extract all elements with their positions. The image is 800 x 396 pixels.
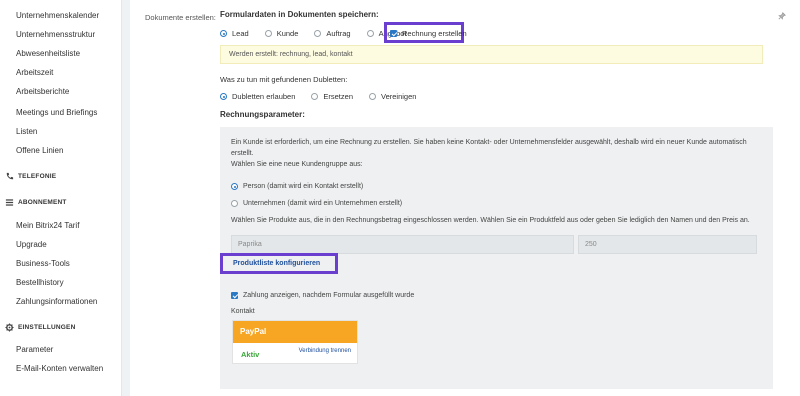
info-text-line3: Wählen Sie eine neue Kundengruppe aus: <box>231 161 363 168</box>
sidebar-item-email-konten[interactable]: E-Mail-Konten verwalten <box>16 364 103 373</box>
checkbox[interactable] <box>390 30 397 37</box>
sidebar-item-unternehmenskalender[interactable]: Unternehmenskalender <box>16 11 99 20</box>
product-name-field[interactable]: Paprika <box>231 235 574 254</box>
sidebar-item-meetings[interactable]: Meetings und Briefings <box>16 108 97 117</box>
sidebar-section-label: EINSTELLUNGEN <box>18 324 76 331</box>
invoice-params-heading: Rechnungsparameter: <box>220 110 305 119</box>
option-ersetzen[interactable]: Ersetzen <box>311 92 353 101</box>
duplicates-question: Was zu tun mit gefundenen Dubletten: <box>220 75 348 84</box>
radio-button[interactable] <box>311 93 319 100</box>
show-payment-checkbox[interactable]: Zahlung anzeigen, nachdem Formular ausge… <box>231 290 414 301</box>
option-label: Dubletten erlauben <box>232 92 296 101</box>
sidebar-section-label: ABONNEMENT <box>18 199 67 206</box>
gear-icon <box>5 323 14 332</box>
group-person-option[interactable]: Person (damit wird ein Kontakt erstellt) <box>231 181 363 192</box>
show-payment-label: Zahlung anzeigen, nachdem Formular ausge… <box>243 292 415 299</box>
paypal-status: Aktiv <box>241 350 260 359</box>
sidebar-item-zahlungsinformationen[interactable]: Zahlungsinformationen <box>16 297 97 306</box>
paypal-title: PayPal <box>233 321 357 343</box>
paypal-disconnect-link[interactable]: Verbindung trennen <box>299 348 351 354</box>
configure-product-list-link[interactable]: Produktliste konfigurieren <box>233 260 320 267</box>
sidebar-item-arbeitszeit[interactable]: Arbeitszeit <box>16 68 53 77</box>
option-lead[interactable]: Lead <box>220 29 249 38</box>
products-text: Wählen Sie Produkte aus, die in den Rech… <box>231 217 750 224</box>
list-icon <box>5 198 14 207</box>
option-vereinigen[interactable]: Vereinigen <box>369 92 416 101</box>
info-text-line1: Ein Kunde ist erforderlich, um eine Rech… <box>231 139 747 146</box>
sidebar-item-arbeitsberichte[interactable]: Arbeitsberichte <box>16 87 69 96</box>
sidebar-item-unternehmensstruktur[interactable]: Unternehmensstruktur <box>16 30 95 39</box>
option-label: Lead <box>232 29 249 38</box>
sidebar-section-abonnement[interactable]: ABONNEMENT <box>5 198 67 207</box>
radio-button[interactable] <box>220 30 227 37</box>
radio-button[interactable] <box>264 30 272 37</box>
sidebar-item-upgrade[interactable]: Upgrade <box>16 240 47 249</box>
sidebar-section-einstellungen[interactable]: EINSTELLUNGEN <box>5 323 76 332</box>
sidebar-item-business-tools[interactable]: Business-Tools <box>16 259 70 268</box>
main-content: Dokumente erstellen: Formulardaten in Do… <box>130 0 800 396</box>
duplicate-options: Dubletten erlauben Ersetzen Vereinigen <box>220 92 432 101</box>
pin-icon[interactable] <box>778 12 786 20</box>
radio-button[interactable] <box>220 93 227 100</box>
invoice-checkbox[interactable]: Rechnung erstellen <box>390 29 467 38</box>
radio-button[interactable] <box>366 30 374 37</box>
option-label: Unternehmen (damit wird ein Unternehmen … <box>243 200 403 207</box>
created-info-banner: Werden erstellt: rechnung, lead, kontakt <box>220 45 763 64</box>
option-dubletten-erlauben[interactable]: Dubletten erlauben <box>220 92 295 101</box>
option-kunde[interactable]: Kunde <box>264 29 299 38</box>
docs-label: Dokumente erstellen: <box>145 13 216 22</box>
contact-label: Kontakt <box>231 308 255 315</box>
sidebar-item-listen[interactable]: Listen <box>16 127 37 136</box>
radio-button[interactable] <box>314 30 322 37</box>
sidebar-item-bestellhistory[interactable]: Bestellhistory <box>16 278 64 287</box>
radio-button[interactable] <box>231 200 238 207</box>
paypal-card: PayPal Aktiv Verbindung trennen <box>232 320 358 364</box>
form-heading: Formulardaten in Dokumenten speichern: <box>220 10 379 19</box>
option-label: Person (damit wird ein Kontakt erstellt) <box>243 183 364 190</box>
radio-button[interactable] <box>369 93 376 100</box>
product-price-field[interactable]: 250 <box>578 235 757 254</box>
option-auftrag[interactable]: Auftrag <box>314 29 351 38</box>
group-company-option[interactable]: Unternehmen (damit wird ein Unternehmen … <box>231 198 402 209</box>
sidebar-item-offene-linien[interactable]: Offene Linien <box>16 146 63 155</box>
option-label: Ersetzen <box>323 92 353 101</box>
sidebar-section-telefonie[interactable]: TELEFONIE <box>5 172 56 181</box>
sidebar-item-parameter[interactable]: Parameter <box>16 345 53 354</box>
radio-button[interactable] <box>231 183 238 190</box>
checkbox[interactable] <box>231 292 238 299</box>
sidebar-section-label: TELEFONIE <box>18 173 57 180</box>
phone-icon <box>5 172 14 181</box>
sidebar: Unternehmenskalender Unternehmensstruktu… <box>0 0 122 396</box>
sidebar-item-tarif[interactable]: Mein Bitrix24 Tarif <box>16 221 79 230</box>
sidebar-item-abwesenheitsliste[interactable]: Abwesenheitsliste <box>16 49 80 58</box>
option-label: Vereinigen <box>381 92 417 101</box>
info-text-line2: erstellt. <box>231 150 254 157</box>
option-label: Kunde <box>276 29 299 38</box>
option-label: Auftrag <box>326 29 351 38</box>
invoice-checkbox-label: Rechnung erstellen <box>402 29 467 38</box>
